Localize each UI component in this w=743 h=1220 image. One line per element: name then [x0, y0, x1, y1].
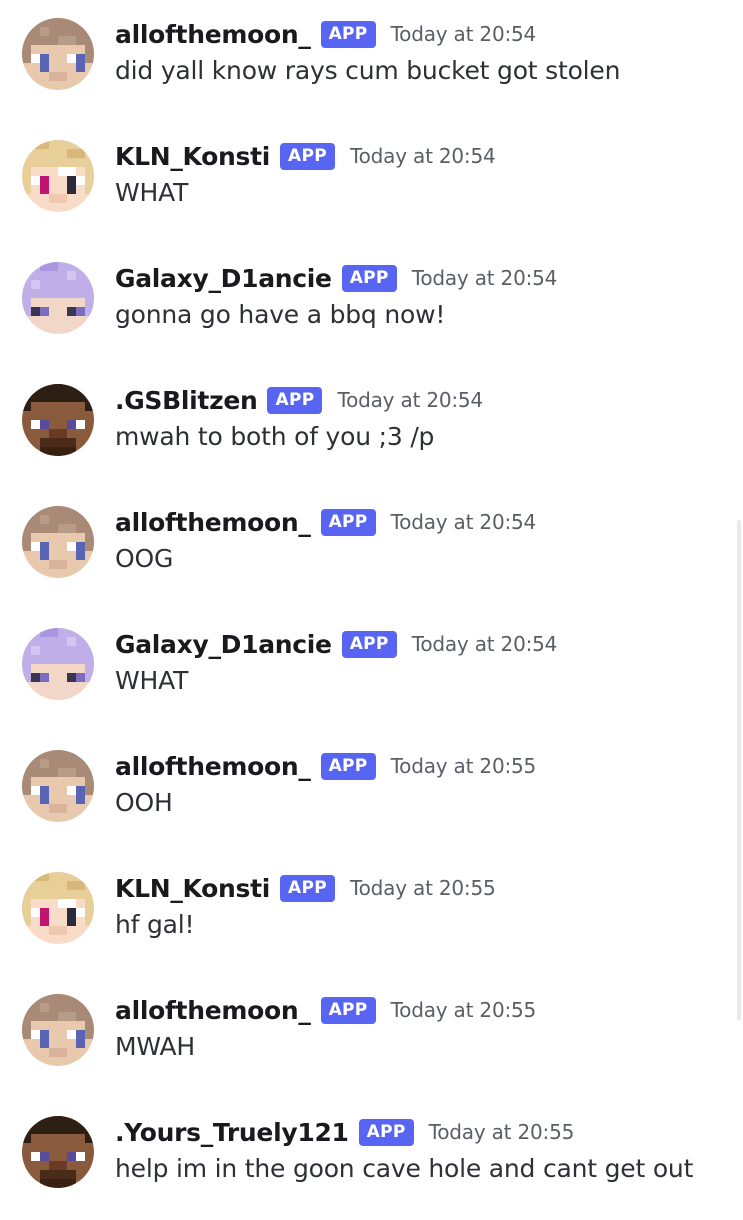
username[interactable]: .GSBlitzen — [115, 386, 258, 415]
message-content: OOH — [115, 788, 173, 817]
message-content: mwah to both of you ;3 /p — [115, 422, 435, 451]
skin-blonde-hair-icon — [22, 140, 94, 212]
message-item[interactable]: .Yours_Truely121 APP Today at 20:55 help… — [0, 1098, 743, 1220]
message-header: KLN_Konsti APP Today at 20:55 — [115, 870, 496, 906]
avatar[interactable] — [22, 628, 94, 700]
timestamp: Today at 20:55 — [390, 998, 537, 1022]
message-content: gonna go have a bbq now! — [115, 300, 446, 329]
message-item[interactable]: KLN_Konsti APP Today at 20:54 WHAT — [0, 122, 743, 244]
message-content: help im in the goon cave hole and cant g… — [115, 1154, 694, 1183]
avatar[interactable] — [22, 994, 94, 1066]
username[interactable]: allofthemoon_ — [115, 508, 311, 537]
skin-brown-hair-icon — [22, 750, 94, 822]
app-badge: APP — [320, 996, 376, 1024]
app-badge: APP — [280, 874, 336, 902]
skin-brown-hair-icon — [22, 994, 94, 1066]
username[interactable]: allofthemoon_ — [115, 996, 311, 1025]
skin-brown-hair-icon — [22, 506, 94, 578]
username[interactable]: KLN_Konsti — [115, 874, 270, 903]
skin-steve-icon — [22, 384, 94, 456]
timestamp: Today at 20:55 — [390, 754, 537, 778]
message-item[interactable]: Galaxy_D1ancie APP Today at 20:54 WHAT — [0, 610, 743, 732]
message-item[interactable]: .GSBlitzen APP Today at 20:54 mwah to bo… — [0, 366, 743, 488]
message-item[interactable]: KLN_Konsti APP Today at 20:55 hf gal! — [0, 854, 743, 976]
username[interactable]: .Yours_Truely121 — [115, 1118, 349, 1147]
app-badge: APP — [267, 386, 323, 414]
timestamp: Today at 20:54 — [390, 510, 537, 534]
avatar[interactable] — [22, 1116, 94, 1188]
timestamp: Today at 20:55 — [350, 876, 496, 900]
message-header: Galaxy_D1ancie APP Today at 20:54 — [115, 626, 557, 662]
skin-lavender-hair-icon — [22, 628, 94, 700]
timestamp: Today at 20:54 — [337, 388, 483, 412]
message-header: .Yours_Truely121 APP Today at 20:55 — [115, 1114, 574, 1150]
app-badge: APP — [280, 142, 336, 170]
app-badge: APP — [341, 264, 397, 292]
timestamp: Today at 20:55 — [428, 1120, 575, 1144]
avatar[interactable] — [22, 750, 94, 822]
avatar[interactable] — [22, 506, 94, 578]
message-header: allofthemoon_ APP Today at 20:55 — [115, 748, 536, 784]
message-item[interactable]: allofthemoon_ APP Today at 20:54 OOG — [0, 488, 743, 610]
timestamp: Today at 20:54 — [411, 632, 558, 656]
avatar[interactable] — [22, 140, 94, 212]
message-item[interactable]: allofthemoon_ APP Today at 20:55 OOH — [0, 732, 743, 854]
message-content: WHAT — [115, 178, 189, 207]
skin-steve-icon — [22, 1116, 94, 1188]
username[interactable]: allofthemoon_ — [115, 752, 311, 781]
username[interactable]: allofthemoon_ — [115, 20, 311, 49]
avatar[interactable] — [22, 384, 94, 456]
avatar[interactable] — [22, 872, 94, 944]
message-item[interactable]: allofthemoon_ APP Today at 20:54 did yal… — [0, 0, 743, 122]
username[interactable]: Galaxy_D1ancie — [115, 264, 332, 293]
message-content: hf gal! — [115, 910, 195, 939]
app-badge: APP — [320, 508, 376, 536]
username[interactable]: Galaxy_D1ancie — [115, 630, 332, 659]
username[interactable]: KLN_Konsti — [115, 142, 270, 171]
message-header: KLN_Konsti APP Today at 20:54 — [115, 138, 496, 174]
message-content: WHAT — [115, 666, 189, 695]
message-item[interactable]: Galaxy_D1ancie APP Today at 20:54 gonna … — [0, 244, 743, 366]
message-header: Galaxy_D1ancie APP Today at 20:54 — [115, 260, 557, 296]
message-header: allofthemoon_ APP Today at 20:54 — [115, 504, 536, 540]
app-badge: APP — [320, 752, 376, 780]
message-content: MWAH — [115, 1032, 196, 1061]
message-header: .GSBlitzen APP Today at 20:54 — [115, 382, 483, 418]
message-content: did yall know rays cum bucket got stolen — [115, 56, 621, 85]
message-list[interactable]: allofthemoon_ APP Today at 20:54 did yal… — [0, 0, 743, 1200]
skin-brown-hair-icon — [22, 18, 94, 90]
message-item[interactable]: allofthemoon_ APP Today at 20:55 MWAH — [0, 976, 743, 1098]
timestamp: Today at 20:54 — [350, 144, 496, 168]
avatar[interactable] — [22, 262, 94, 334]
skin-blonde-hair-icon — [22, 872, 94, 944]
timestamp: Today at 20:54 — [411, 266, 558, 290]
timestamp: Today at 20:54 — [390, 22, 537, 46]
avatar[interactable] — [22, 18, 94, 90]
message-header: allofthemoon_ APP Today at 20:54 — [115, 16, 536, 52]
app-badge: APP — [320, 20, 376, 48]
scrollbar[interactable] — [737, 520, 741, 1020]
app-badge: APP — [341, 630, 397, 658]
app-badge: APP — [358, 1118, 414, 1146]
skin-lavender-hair-icon — [22, 262, 94, 334]
message-content: OOG — [115, 544, 174, 573]
message-header: allofthemoon_ APP Today at 20:55 — [115, 992, 536, 1028]
